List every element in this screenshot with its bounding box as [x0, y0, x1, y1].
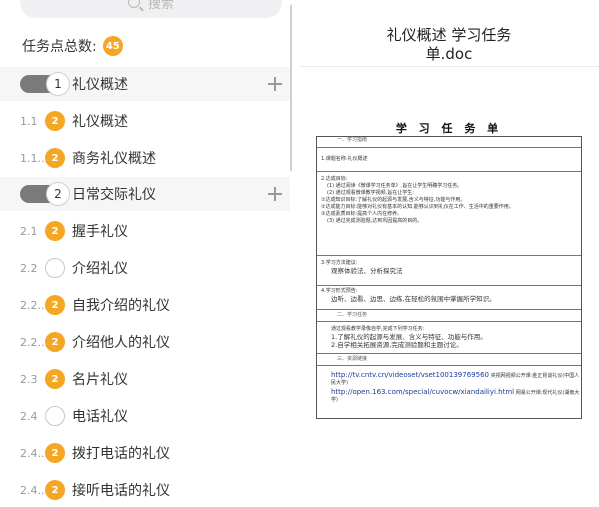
search-placeholder: 搜索 — [147, 0, 174, 12]
goal-line: (3) 通过完成测验题,达到巩固提高的目的。 — [327, 218, 423, 224]
chapter-row-2[interactable]: 2 日常交际礼仪 — [0, 177, 290, 211]
empty-task-circle — [45, 406, 65, 426]
goal-line: ③达成素质目标:提高个人内在修养。 — [321, 211, 403, 217]
task-intro: 通过观看教学录像自学,完成下列学习任务: — [331, 326, 425, 332]
panel-divider — [292, 0, 299, 507]
task-item: 2.自学相关拓展资源,完成测验题和主题讨论。 — [331, 341, 463, 349]
lesson-number: 2.3 — [20, 372, 38, 386]
table-row: 2.达成目标: (1) 通过阅读《微课学习任务单》,旨在让学生明确学习任务。 (… — [317, 171, 581, 256]
form-title: 4.学习形式预告: — [321, 288, 358, 294]
lesson-number: 2.1 — [20, 224, 38, 238]
lesson-row[interactable]: 2.2... 2 自我介绍的礼仪 — [0, 288, 290, 322]
document-title-line1: 礼仪概述 学习任务 — [386, 26, 512, 44]
lesson-number: 2.2... — [20, 298, 48, 312]
lesson-number: 2.4... — [20, 483, 48, 497]
table-row: 3.学习方法建议: 观察体验法、分析探究法 — [317, 255, 581, 286]
task-count-row: 任务点总数: 45 — [22, 36, 123, 56]
search-bar[interactable]: 搜索 — [20, 0, 282, 18]
task-sheet-table: 一、学习指南 1.课题名称:礼仪概述 2.达成目标: (1) 通过阅读《微课学习… — [316, 136, 582, 419]
task-badge: 2 — [45, 295, 65, 315]
chapter-toggle[interactable]: 2 — [20, 182, 70, 206]
chapter-label: 日常交际礼仪 — [72, 187, 156, 203]
resource-line: http://open.163.com/special/cuvocw/xiand… — [317, 387, 581, 404]
plus-icon[interactable] — [268, 187, 282, 201]
chapter-row-1[interactable]: 1 礼仪概述 — [0, 67, 290, 101]
lesson-label: 拨打电话的礼仪 — [72, 446, 170, 462]
goal-line: ①达成知识目标:了解礼仪的起源与发展,含义与特征,功能与作用。 — [321, 197, 466, 203]
lesson-row[interactable]: 2.4... 2 拨打电话的礼仪 — [0, 436, 290, 470]
lesson-label: 名片礼仪 — [72, 372, 128, 388]
table-row: 4.学习形式预告: 边听、边看、边思、边练,在轻松的氛围中掌握所学知识。 — [317, 285, 581, 310]
lesson-row[interactable]: 2.1 2 握手礼仪 — [0, 214, 290, 248]
chapter-toggle[interactable]: 1 — [20, 72, 70, 96]
title-divider — [299, 66, 599, 67]
sheet-title: 学 习 任 务 单 — [395, 122, 503, 135]
lesson-row[interactable]: 1.1... 2 商务礼仪概述 — [0, 141, 290, 175]
task-badge: 2 — [45, 480, 65, 500]
task-badge: 2 — [45, 332, 65, 352]
chapter-label: 礼仪概述 — [72, 77, 128, 93]
lesson-row[interactable]: 2.2 介绍礼仪 — [0, 251, 290, 285]
task-badge: 2 — [45, 221, 65, 241]
course-name: 1.课题名称:礼仪概述 — [321, 156, 368, 162]
document-title-line2: 单.doc — [425, 45, 473, 63]
lesson-row[interactable]: 2.3 2 名片礼仪 — [0, 362, 290, 396]
lesson-label: 商务礼仪概述 — [72, 151, 156, 167]
table-row: 通过观看教学录像自学,完成下列学习任务: 1.了解礼仪的起源与发展、含义与特征、… — [317, 321, 581, 354]
lesson-label: 自我介绍的礼仪 — [72, 298, 170, 314]
document-preview-panel: 礼仪概述 学习任务 单.doc 学 习 任 务 单 一、学习指南 1.课题名称:… — [299, 0, 599, 507]
lesson-row[interactable]: 2.2... 2 介绍他人的礼仪 — [0, 325, 290, 359]
lesson-number: 2.2 — [20, 261, 38, 275]
lesson-number: 2.2... — [20, 335, 48, 349]
lesson-row[interactable]: 2.4... 2 接听电话的礼仪 — [0, 473, 290, 507]
lesson-label: 握手礼仪 — [72, 224, 128, 240]
method-text: 观察体验法、分析探究法 — [331, 267, 403, 275]
task-item: 1.了解礼仪的起源与发展、含义与特征、功能与作用。 — [331, 333, 487, 341]
task-count-label: 任务点总数: — [22, 39, 97, 55]
goal-line: ②达成能力目标:能够对礼仪有基本的认知,能够认识到礼仪在工作、生活中的重要作用。 — [321, 204, 514, 210]
method-title: 3.学习方法建议: — [321, 260, 358, 266]
lesson-label: 介绍他人的礼仪 — [72, 335, 170, 351]
section-header-text: 二、学习任务 — [337, 312, 368, 318]
form-text: 边听、边看、边思、边练,在轻松的氛围中掌握所学知识。 — [331, 295, 496, 303]
lesson-number: 1.1 — [20, 114, 38, 128]
chapter-number: 1 — [46, 72, 70, 96]
task-badge: 2 — [45, 148, 65, 168]
section-header-text: 一、学习指南 — [337, 137, 368, 143]
lesson-number: 2.4 — [20, 409, 38, 423]
goal-title: 2.达成目标: — [321, 176, 348, 182]
task-count-badge: 45 — [102, 36, 123, 56]
resource-link[interactable]: http://tv.cntv.cn/videoset/vset100139769… — [331, 371, 489, 379]
task-badge: 2 — [45, 443, 65, 463]
lesson-label: 介绍礼仪 — [72, 261, 128, 277]
lesson-label: 礼仪概述 — [72, 114, 128, 130]
empty-task-circle — [45, 258, 65, 278]
lesson-row[interactable]: 1.1 2 礼仪概述 — [0, 104, 290, 138]
plus-icon[interactable] — [268, 77, 282, 91]
task-badge: 2 — [45, 369, 65, 389]
table-row: http://tv.cntv.cn/videoset/vset100139769… — [317, 365, 581, 420]
course-catalog-panel: 搜索 任务点总数: 45 1 礼仪概述 1.1 2 礼仪概述 1.1... 2 … — [0, 0, 297, 507]
document-title: 礼仪概述 学习任务 单.doc — [299, 26, 599, 64]
resource-line: http://tv.cntv.cn/videoset/vset100139769… — [317, 366, 581, 387]
lesson-number: 2.4... — [20, 446, 48, 460]
search-icon — [127, 0, 140, 8]
lesson-label: 电话礼仪 — [72, 409, 128, 425]
resource-link[interactable]: http://open.163.com/special/cuvocw/xiand… — [331, 388, 514, 396]
goal-line: (2) 通过观看微课教学视频,旨在让学生: — [327, 190, 414, 196]
section-header-text: 三、资源链接 — [337, 356, 368, 362]
task-badge: 2 — [45, 111, 65, 131]
lesson-row[interactable]: 2.4 电话礼仪 — [0, 399, 290, 433]
section-header: 一、学习指南 — [317, 137, 581, 147]
table-row: 1.课题名称:礼仪概述 — [317, 147, 581, 172]
goal-line: (1) 通过阅读《微课学习任务单》,旨在让学生明确学习任务。 — [327, 183, 463, 189]
lesson-label: 接听电话的礼仪 — [72, 483, 170, 499]
lesson-number: 1.1... — [20, 151, 48, 165]
chapter-number: 2 — [46, 182, 70, 206]
